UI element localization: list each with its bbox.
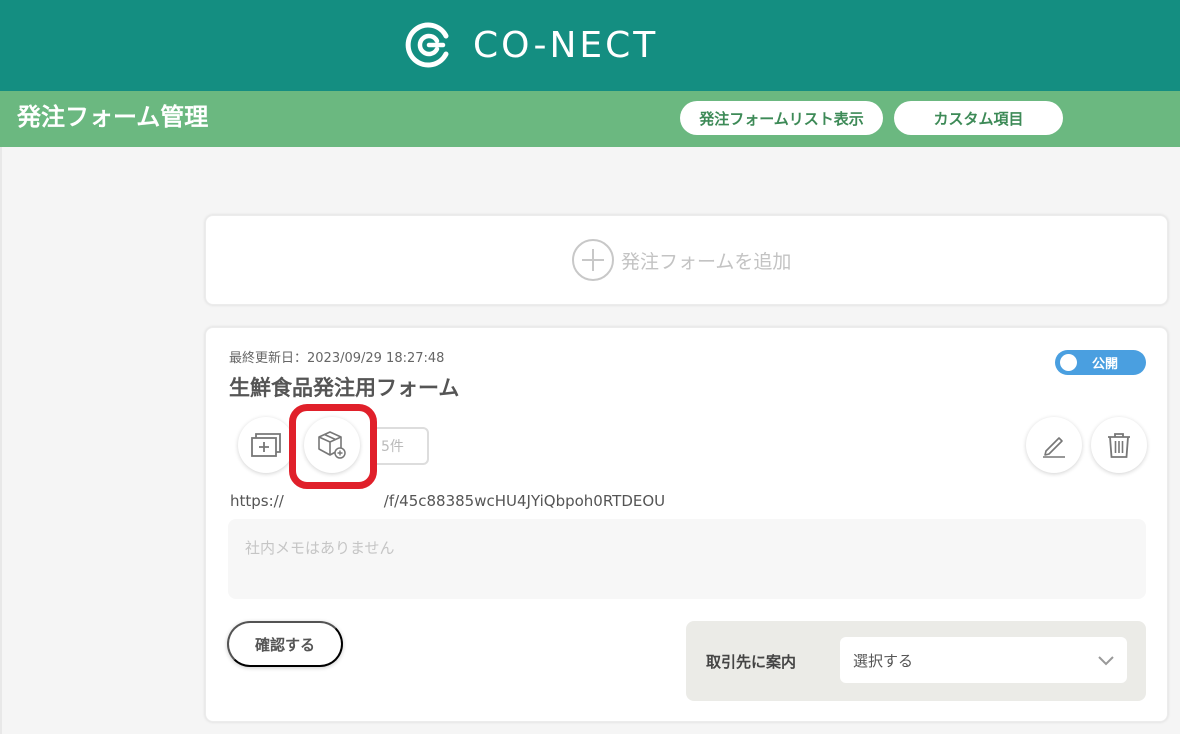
publish-status: 公開: [1092, 357, 1119, 372]
url-path: /f/45c88385wcHU4JYiQbpoh0RTDEOU: [383, 492, 666, 510]
add-form-button[interactable]: 発注フォームを追加: [571, 238, 791, 282]
order-form-card: 最終更新日：2023/09/29 18:27:48 生鮮食品発注用フォーム 公開…: [205, 327, 1168, 722]
custom-fields-button[interactable]: カスタム項目: [894, 101, 1063, 135]
left-divider: [0, 147, 2, 734]
memo-box[interactable]: 社内メモはありません: [228, 519, 1146, 599]
brand-name: CO-NECT: [473, 24, 659, 66]
add-form-label: 発注フォームを追加: [621, 250, 792, 273]
form-url[interactable]: https:// /f/45c88385wcHU4JYiQbpoh0RTDEOU: [230, 492, 665, 510]
edit-button[interactable]: [1026, 417, 1082, 473]
publish-toggle[interactable]: 公開: [1055, 350, 1146, 375]
edit-icon: [1043, 437, 1065, 458]
page-title: 発注フォーム管理: [17, 103, 209, 131]
plus-circle-icon: [572, 239, 614, 281]
supplier-select-value: 選択する: [853, 651, 914, 670]
logo-icon: [405, 22, 449, 68]
delete-button[interactable]: [1091, 417, 1147, 473]
top-header: CO-NECT: [0, 0, 1180, 91]
memo-placeholder: 社内メモはありません: [245, 539, 395, 557]
item-count-badge: 5件: [371, 427, 429, 465]
brand-logo[interactable]: CO-NECT: [405, 20, 658, 70]
form-name: 生鮮食品発注用フォーム: [229, 376, 460, 400]
highlight-box: [289, 404, 377, 489]
invite-section: 取引先に案内 選択する: [686, 621, 1146, 701]
confirm-button[interactable]: 確認する: [227, 621, 343, 667]
chevron-down-icon: [1098, 656, 1114, 666]
toggle-knob: [1060, 354, 1077, 371]
form-settings-button[interactable]: [238, 417, 294, 473]
add-form-card[interactable]: 発注フォームを追加: [205, 215, 1168, 305]
trash-icon: [1108, 433, 1130, 458]
url-prefix: https://: [230, 492, 284, 510]
invite-label: 取引先に案内: [706, 653, 797, 671]
supplier-select[interactable]: 選択する: [840, 637, 1127, 683]
form-list-button[interactable]: 発注フォームリスト表示: [680, 101, 883, 135]
last-updated: 最終更新日：2023/09/29 18:27:48: [229, 351, 445, 366]
add-form-icon: [251, 433, 281, 457]
